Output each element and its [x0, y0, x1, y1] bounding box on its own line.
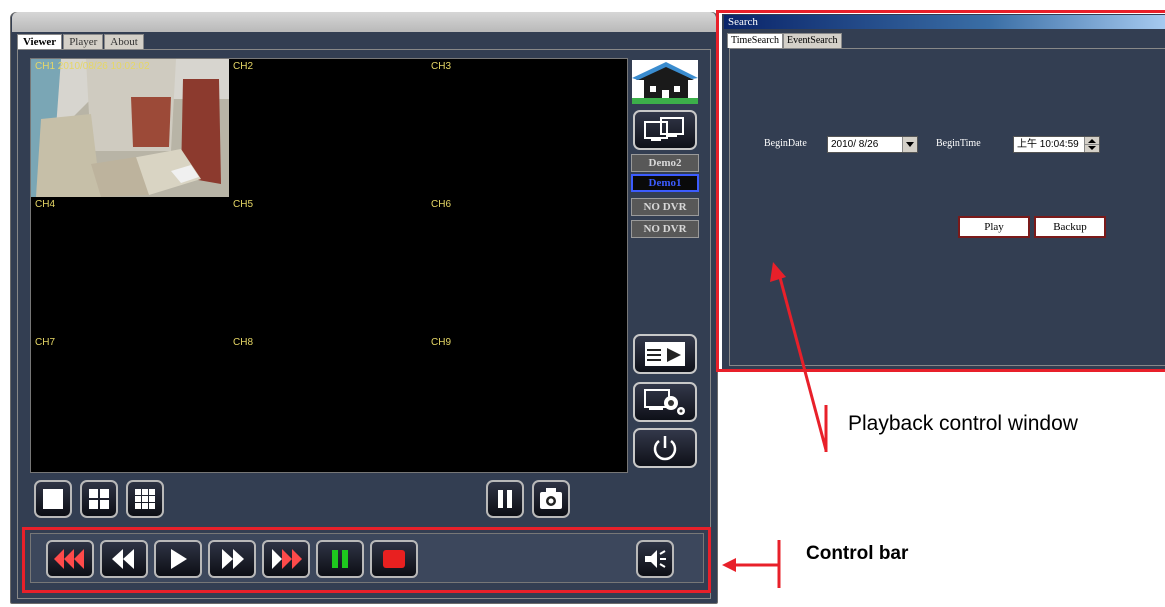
playback-arrow-line [776, 269, 828, 451]
channel-label: CH6 [431, 199, 452, 210]
channel-label: CH9 [431, 337, 452, 348]
channel-label: CH8 [233, 337, 254, 348]
control-bar-annotation: Control bar [806, 543, 909, 564]
channel-label: CH4 [35, 199, 56, 210]
channel-label: CH2 [233, 61, 254, 72]
channel-label: CH7 [35, 337, 56, 348]
channel-label: CH3 [431, 61, 452, 72]
playback-window-annotation: Playback control window [848, 412, 1078, 435]
playback-arrow-head [770, 262, 786, 282]
channel-label: CH1 2010/08/26 10:02:02 [35, 61, 150, 72]
control-arrow-head [722, 558, 736, 572]
channel-label: CH5 [233, 199, 254, 210]
annotation-arrows [722, 262, 828, 588]
